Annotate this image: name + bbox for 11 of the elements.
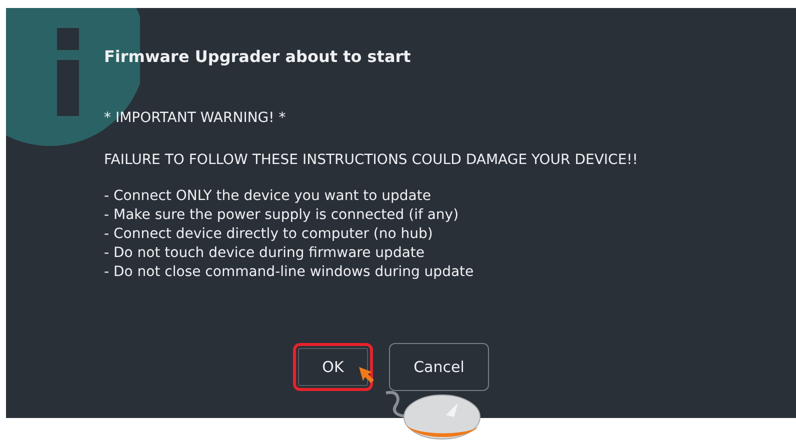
failure-text: FAILURE TO FOLLOW THESE INSTRUCTIONS COULD DAMAGE YOUR DEVICE!!	[104, 151, 639, 170]
instruction-text: - Connect ONLY the device you want to update	[104, 187, 432, 206]
cursor-icon	[357, 366, 375, 384]
dialog-title: Firmware Upgrader about to start	[104, 46, 412, 68]
instruction-text: - Make sure the power supply is connected (if any)	[104, 206, 460, 225]
instruction-text: - Connect device directly to computer (no hub)	[104, 225, 434, 244]
instruction-text: - Do not close command-line windows during update	[104, 263, 475, 282]
dialog-button[interactable]: Cancel	[389, 343, 489, 391]
instruction-text: - Do not touch device during firmware update	[104, 244, 426, 263]
warning-text: * IMPORTANT WARNING! *	[104, 109, 287, 128]
dialog-button[interactable]: OK	[293, 343, 373, 391]
